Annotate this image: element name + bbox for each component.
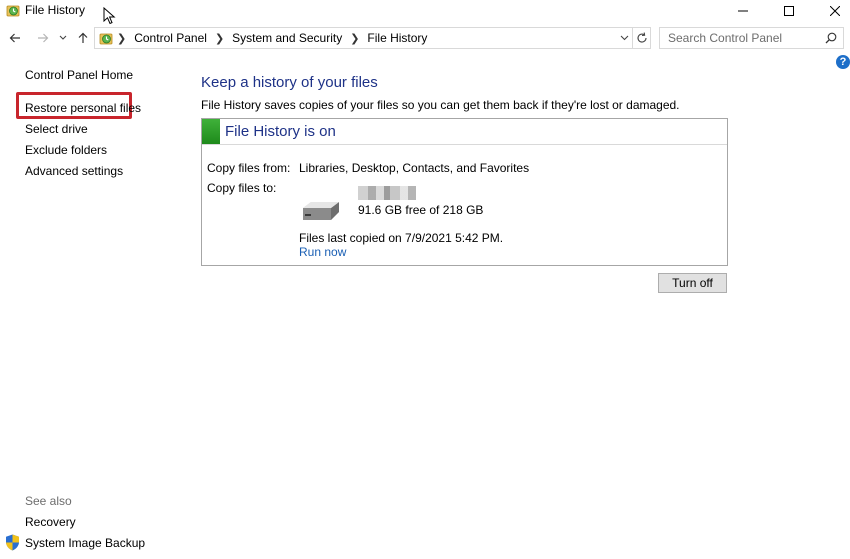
- file-history-location-icon: [99, 33, 113, 45]
- search-input[interactable]: [660, 28, 820, 48]
- status-panel: File History is on Copy files from: Libr…: [201, 118, 728, 266]
- close-icon: [830, 6, 840, 16]
- exclude-folders-link[interactable]: Exclude folders: [25, 143, 107, 157]
- turn-off-button[interactable]: Turn off: [658, 273, 727, 293]
- copy-to-label: Copy files to:: [207, 181, 277, 195]
- refresh-button[interactable]: [632, 27, 651, 49]
- breadcrumb-separator-icon[interactable]: ❯: [215, 32, 224, 45]
- close-button[interactable]: [812, 0, 850, 22]
- left-pane: Control Panel Home Restore personal file…: [0, 60, 190, 559]
- page-title: Keep a history of your files: [201, 74, 378, 91]
- status-indicator: [202, 119, 220, 144]
- maximize-button[interactable]: [766, 0, 812, 22]
- back-button[interactable]: [5, 28, 25, 48]
- status-header: File History is on: [202, 119, 727, 145]
- address-dropdown-button[interactable]: [616, 28, 632, 48]
- breadcrumb-system-and-security[interactable]: System and Security: [232, 31, 342, 45]
- chevron-down-icon: [59, 35, 67, 40]
- drive-free-space: 91.6 GB free of 218 GB: [358, 203, 484, 217]
- drive-icon: [303, 202, 339, 220]
- control-panel-home-link[interactable]: Control Panel Home: [25, 68, 133, 82]
- last-copied-text: Files last copied on 7/9/2021 5:42 PM.: [299, 231, 504, 245]
- maximize-icon: [784, 6, 794, 16]
- chevron-down-icon: [620, 35, 628, 41]
- page-description: File History saves copies of your files …: [201, 98, 680, 112]
- help-icon[interactable]: ?: [836, 55, 850, 69]
- run-now-link[interactable]: Run now: [299, 245, 346, 259]
- search-icon[interactable]: [825, 32, 837, 44]
- breadcrumb-separator-icon[interactable]: ❯: [117, 32, 126, 45]
- recovery-link[interactable]: Recovery: [25, 515, 76, 529]
- copy-from-value: Libraries, Desktop, Contacts, and Favori…: [299, 161, 530, 175]
- breadcrumb-separator-icon[interactable]: ❯: [350, 32, 359, 45]
- navigation-bar: ❯ Control Panel ❯ System and Security ❯ …: [0, 26, 850, 50]
- address-bar[interactable]: ❯ Control Panel ❯ System and Security ❯ …: [94, 27, 635, 49]
- minimize-button[interactable]: [720, 0, 766, 22]
- recent-locations-button[interactable]: [56, 28, 70, 48]
- file-history-app-icon: [6, 5, 20, 17]
- search-box[interactable]: [659, 27, 844, 49]
- see-also-heading: See also: [25, 494, 72, 508]
- copy-from-label: Copy files from:: [207, 161, 291, 175]
- arrow-up-icon: [78, 32, 88, 43]
- advanced-settings-link[interactable]: Advanced settings: [25, 164, 123, 178]
- forward-button[interactable]: [33, 28, 53, 48]
- minimize-icon: [738, 10, 748, 12]
- mouse-cursor-icon: [103, 7, 116, 25]
- select-drive-link[interactable]: Select drive: [25, 122, 88, 136]
- system-image-backup-link[interactable]: System Image Backup: [25, 536, 145, 550]
- shield-icon: [6, 534, 19, 551]
- refresh-icon: [636, 32, 647, 43]
- arrow-right-icon: [38, 33, 49, 43]
- breadcrumb-file-history[interactable]: File History: [367, 31, 427, 45]
- breadcrumb: ❯ Control Panel ❯ System and Security ❯ …: [117, 31, 427, 45]
- up-button[interactable]: [73, 28, 93, 48]
- breadcrumb-control-panel[interactable]: Control Panel: [134, 31, 207, 45]
- drive-name-blurred: [358, 186, 416, 200]
- status-title: File History is on: [225, 123, 336, 140]
- window-title: File History: [25, 3, 86, 17]
- restore-personal-files-link[interactable]: Restore personal files: [25, 101, 141, 115]
- arrow-left-icon: [9, 33, 20, 43]
- title-bar: File History: [0, 0, 850, 25]
